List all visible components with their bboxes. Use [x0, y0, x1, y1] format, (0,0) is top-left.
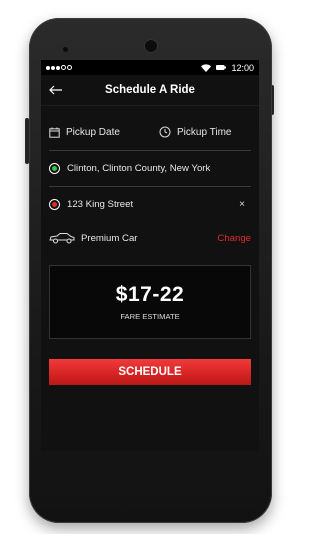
app-screen: 12:00 Schedule A Ride Pickup Date Pickup… — [41, 60, 259, 451]
car-icon — [49, 233, 75, 244]
schedule-button[interactable]: SCHEDULE — [49, 359, 251, 385]
app-bar: Schedule A Ride — [41, 75, 259, 106]
status-time: 12:00 — [231, 62, 254, 73]
pickup-location-field[interactable]: Clinton, Clinton County, New York — [49, 156, 251, 180]
wifi-icon — [201, 63, 212, 72]
status-bar: 12:00 — [41, 60, 259, 75]
back-button[interactable] — [47, 81, 65, 99]
date-time-row: Pickup Date Pickup Time — [49, 120, 251, 144]
back-arrow-icon — [49, 85, 62, 95]
dropoff-location-text: 123 King Street — [67, 198, 134, 210]
signal-icon — [46, 65, 72, 70]
divider — [49, 150, 251, 151]
dropoff-dot-icon — [49, 198, 60, 210]
form-content: Pickup Date Pickup Time Clinton, Clinton… — [41, 120, 259, 385]
pickup-time-label: Pickup Time — [177, 126, 232, 138]
change-car-link[interactable]: Change — [217, 233, 251, 244]
fare-estimate-card: $17-22 FARE ESTIMATE — [49, 265, 251, 339]
car-type-label: Premium Car — [81, 232, 138, 244]
front-camera — [144, 39, 158, 53]
battery-icon — [216, 65, 227, 70]
pickup-dot-icon — [49, 162, 60, 174]
pickup-date-field[interactable]: Pickup Date — [49, 127, 159, 138]
proximity-sensor — [63, 47, 68, 52]
pickup-time-field[interactable]: Pickup Time — [159, 126, 231, 138]
pickup-date-label: Pickup Date — [66, 126, 120, 138]
calendar-icon — [49, 127, 60, 138]
fare-amount: $17-22 — [115, 283, 185, 306]
fare-label: FARE ESTIMATE — [120, 312, 180, 321]
pickup-location-text: Clinton, Clinton County, New York — [67, 162, 211, 174]
divider — [49, 186, 251, 187]
page-title: Schedule A Ride — [105, 84, 195, 96]
clock-icon — [159, 126, 171, 138]
car-type-row: Premium Car Change — [49, 226, 251, 250]
dropoff-location-field[interactable]: 123 King Street × — [49, 192, 251, 216]
close-icon[interactable]: × — [239, 199, 245, 210]
